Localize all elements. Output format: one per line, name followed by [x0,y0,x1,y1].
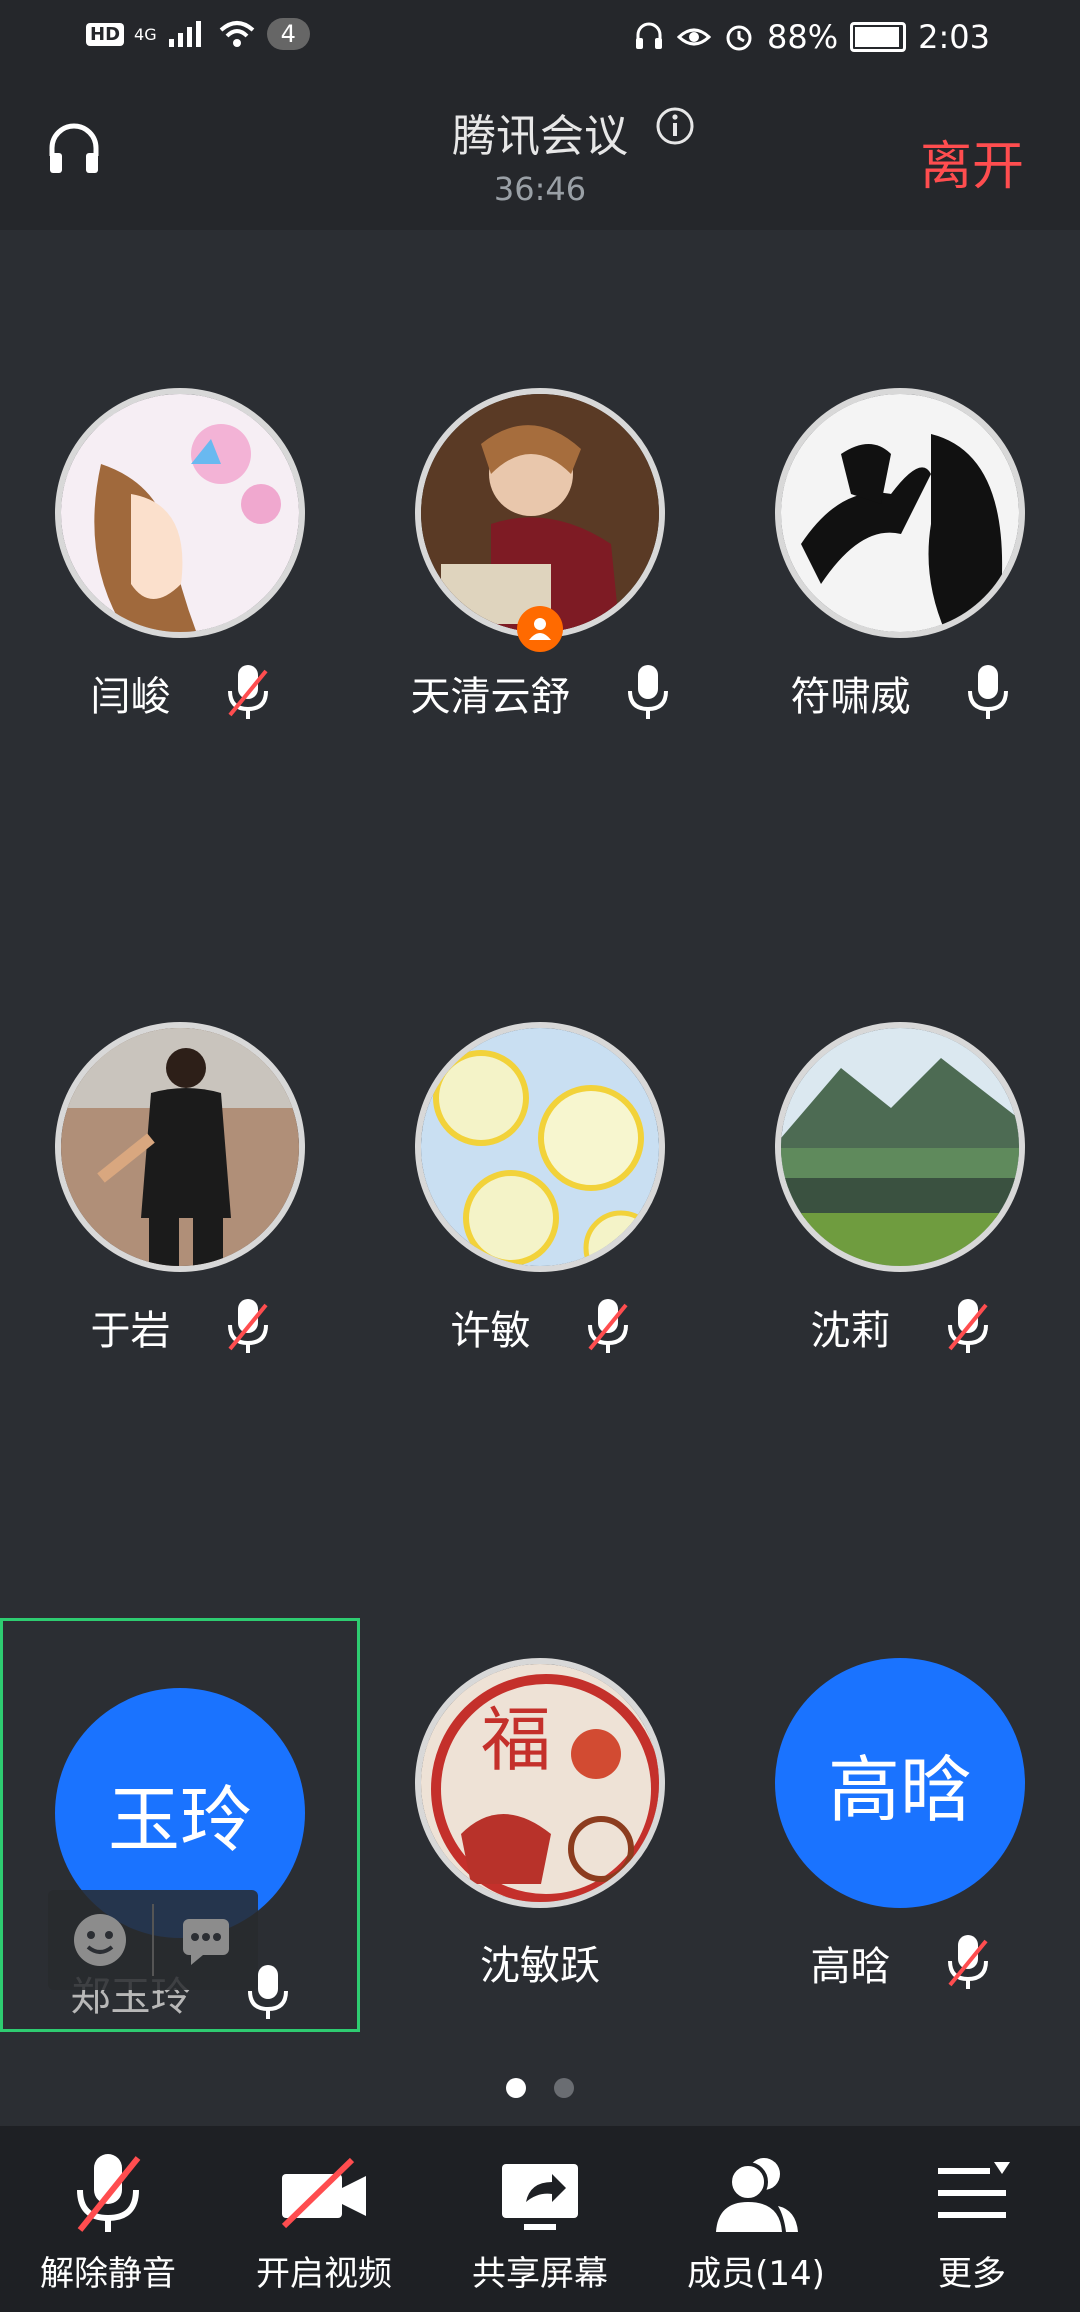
page-indicator[interactable] [0,2078,1080,2098]
participant-name: 于岩 [90,1308,171,1354]
meeting-header: 腾讯会议 36:46 离开 [0,80,1080,230]
headset-status-icon [636,22,663,49]
avatar: 福 [415,1658,665,1908]
participant-name: 高晗 [810,1944,891,1990]
mic-muted-icon [947,1935,988,1989]
wifi-icon [219,21,254,47]
participant-name-row: 符啸威 [720,663,1080,723]
start-video-label: 开启视频 [256,2254,392,2294]
participant-name-row: 高晗 [720,1933,1080,1993]
more-label: 更多 [938,2254,1006,2294]
participant-name-row: 闫峻 [0,663,360,723]
unmute-label: 解除静音 [40,2254,176,2294]
participant-name: 沈敏跃 [480,1943,600,1989]
avatar [775,1022,1025,1272]
host-badge-icon [517,606,563,652]
avatar-initials: 高晗 [827,1747,972,1832]
participant-tile[interactable]: 福 沈敏跃 [360,1658,720,2078]
participant-name-row: 许敏 [360,1297,720,1357]
participant-tile[interactable]: 于岩 [0,1022,360,1442]
participant-name: 闫峻 [90,674,171,720]
page-dot[interactable] [554,2078,574,2098]
participant-name: 沈莉 [810,1308,891,1354]
avatar [415,1022,665,1272]
quick-actions-overlay [48,1890,258,1990]
chat-button[interactable] [154,1890,258,1990]
hd-badge: HD [86,22,125,46]
network-label: 4G [134,24,157,44]
mic-icon [967,665,1008,719]
meeting-timer: 36:46 [493,170,587,208]
info-icon[interactable] [655,106,695,146]
mic-muted-icon [227,1299,268,1353]
share-screen-icon [502,2164,578,2230]
participant-name-row: 天清云舒 [360,663,720,723]
participant-name: 许敏 [450,1308,531,1354]
avatar [55,1022,305,1272]
more-button[interactable]: 更多 [864,2126,1080,2312]
participant-tile[interactable]: 闫峻 [0,388,360,808]
mic-muted-icon [587,1299,628,1353]
meeting-title-text: 腾讯会议 [452,111,628,162]
participant-name: 符啸威 [790,674,911,720]
avatar-decoration: 福 [481,1699,551,1781]
signal-icon [168,21,201,47]
share-screen-button[interactable]: 共享屏幕 [432,2126,648,2312]
avatar [415,388,665,638]
clock: 2:03 [918,18,990,56]
text-avatar: 高晗 [775,1658,1025,1908]
alarm-icon [726,25,752,51]
mic-icon [627,665,668,719]
mic-muted-icon [77,2154,141,2232]
emoji-button[interactable] [48,1890,152,1990]
emoji-icon [74,1914,126,1966]
bottom-toolbar: 解除静音 开启视频 共享屏幕 成员(14) 更多 [0,2126,1080,2312]
participant-tile[interactable]: 天清云舒 [360,388,720,808]
participant-tile[interactable]: 许敏 [360,1022,720,1442]
chat-icon [183,1919,229,1965]
participant-name-row: 于岩 [0,1297,360,1357]
battery-percent: 88% [767,18,839,56]
avatar [55,388,305,638]
avatar [775,388,1025,638]
notification-count: 4 [266,18,310,50]
participant-name-row: 沈莉 [720,1297,1080,1357]
participant-name: 天清云舒 [410,674,571,720]
meeting-title[interactable]: 腾讯会议 [0,100,1080,164]
members-icon [716,2158,798,2232]
more-menu-icon [938,2162,1010,2218]
video-off-icon [281,2157,366,2229]
participant-tile[interactable]: 符啸威 [720,388,1080,808]
members-button[interactable]: 成员(14) [648,2126,864,2312]
unmute-button[interactable]: 解除静音 [0,2126,216,2312]
battery-icon [850,22,907,52]
leave-button[interactable]: 离开 [920,124,1024,199]
start-video-button[interactable]: 开启视频 [216,2126,432,2312]
participant-name-row: 沈敏跃 [360,1933,720,1991]
status-bar: HD 4G 4 88% 2:03 [0,0,1080,80]
participant-tile[interactable]: 高晗 高晗 [720,1658,1080,2078]
page-dot-active[interactable] [506,2078,526,2098]
avatar-initials: 玉玲 [107,1777,252,1862]
members-label: 成员(14) [687,2254,825,2294]
mic-muted-icon [947,1299,988,1353]
participant-tile[interactable]: 沈莉 [720,1022,1080,1442]
eye-icon [677,28,712,46]
share-screen-label: 共享屏幕 [472,2254,608,2294]
mic-muted-icon [227,665,268,719]
